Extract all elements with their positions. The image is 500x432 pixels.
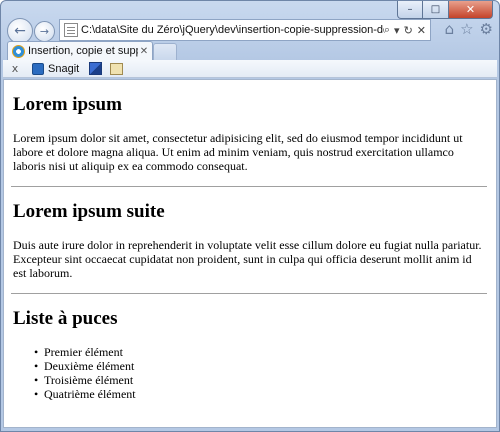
home-icon[interactable]: ⌂ [445,20,455,38]
divider [11,186,487,187]
forward-arrow-icon: → [39,25,50,38]
section-heading: Liste à puces [13,308,118,329]
tab-title: Insertion, copie et suppressi... [28,45,138,57]
favorites-star-icon[interactable]: ☆ [460,20,473,38]
tab-active[interactable]: Insertion, copie et suppressi... ✕ [7,41,153,60]
snagit-icon[interactable] [32,62,44,75]
new-tab-button[interactable] [153,43,177,60]
close-toolbar-icon[interactable]: x [8,62,22,75]
refresh-icon[interactable]: ↻ [404,24,413,37]
forward-button[interactable]: → [34,21,55,42]
back-arrow-icon: ← [14,23,26,39]
page-content: Lorem ipsum Lorem ipsum dolor sit amet, … [3,79,497,428]
close-window-button[interactable]: ✕ [449,1,493,19]
ie-favicon-icon [12,44,25,58]
address-bar-icons: ⌕ ▾ ↻ ✕ [384,23,430,37]
snagit-button[interactable]: Snagit [48,63,79,75]
snagit-capture-icon[interactable] [89,62,103,75]
page-icon [64,23,78,37]
stop-icon[interactable]: ✕ [417,24,426,37]
section-paragraph: Lorem ipsum dolor sit amet, consectetur … [13,131,463,173]
list-item: Deuxième élément [34,359,487,373]
section-paragraph: Duis aute irure dolor in reprehenderit i… [13,238,482,280]
list-item: Premier élément [34,345,487,359]
list-item: Troisième élément [34,373,487,387]
tools-gear-icon[interactable]: ⚙ [480,20,493,38]
bullet-list: Premier élément Deuxième élément Troisiè… [13,345,487,401]
section-heading: Lorem ipsum suite [13,201,165,222]
address-text[interactable]: C:\data\Site du Zéro\jQuery\dev\insertio… [81,24,384,36]
snagit-open-icon[interactable] [110,62,124,75]
divider [11,293,487,294]
list-item: Quatrième élément [34,387,487,401]
caption-buttons: – □ ✕ [397,1,493,19]
maximize-button[interactable]: □ [423,1,449,19]
browser-toolbar-icons: ⌂ ☆ ⚙ [445,20,493,38]
tab-close-icon[interactable]: ✕ [138,46,150,57]
chevron-down-icon[interactable]: ▾ [394,24,400,37]
address-bar[interactable]: C:\data\Site du Zéro\jQuery\dev\insertio… [59,19,431,41]
minimize-button[interactable]: – [397,1,423,19]
search-icon[interactable]: ⌕ [384,23,390,37]
section-heading: Lorem ipsum [13,94,122,115]
browser-window: – □ ✕ ← → C:\data\Site du Zéro\jQuery\de… [0,0,500,432]
command-bar: x Snagit [3,60,497,78]
